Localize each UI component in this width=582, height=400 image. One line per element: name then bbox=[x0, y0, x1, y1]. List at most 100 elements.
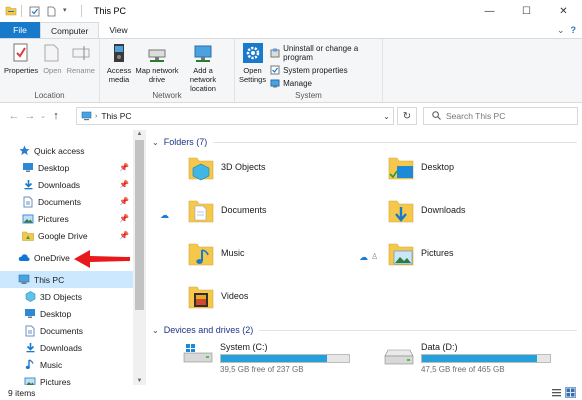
close-button[interactable]: ✕ bbox=[545, 0, 582, 22]
nav-item-this-pc[interactable]: This PC bbox=[0, 271, 133, 288]
new-folder-quick-icon[interactable] bbox=[46, 6, 57, 17]
nav-label: Music bbox=[40, 359, 63, 370]
properties-label: Properties bbox=[4, 66, 39, 75]
documents-folder-icon bbox=[187, 195, 215, 225]
folder-downloads[interactable]: Downloads bbox=[387, 195, 466, 225]
rename-label: Rename bbox=[66, 66, 95, 75]
documents-icon bbox=[22, 196, 34, 208]
red-pointer-arrow-icon bbox=[74, 250, 130, 268]
forward-arrow-icon[interactable]: → bbox=[22, 110, 38, 122]
system-properties-button[interactable]: System properties bbox=[270, 65, 378, 75]
folder-pictures[interactable]: Pictures bbox=[387, 238, 454, 268]
nav-label: 3D Objects bbox=[40, 291, 83, 302]
drive-info: Data (D:) 47,5 GB free of 465 GB bbox=[421, 342, 551, 374]
downloads-folder-icon bbox=[387, 195, 415, 225]
drives-header-label: Devices and drives (2) bbox=[163, 325, 254, 335]
nav-item-quick-access[interactable]: Quick access bbox=[0, 142, 133, 159]
help-icon[interactable]: ? bbox=[571, 25, 577, 35]
nav-label: Documents bbox=[40, 325, 83, 336]
search-icon bbox=[432, 110, 441, 122]
hard-drive-icon bbox=[383, 342, 415, 368]
tab-computer[interactable]: Computer bbox=[40, 22, 100, 38]
section-collapse-chevron-icon[interactable]: ⌄ bbox=[152, 138, 159, 147]
this-pc-icon bbox=[18, 274, 30, 286]
desktop-icon bbox=[22, 162, 34, 174]
cloud-sync-status-icon: ☁ bbox=[359, 252, 368, 262]
nav-label: Documents bbox=[38, 196, 81, 207]
nav-item-google-drive[interactable]: Google Drive 📌 bbox=[0, 227, 133, 244]
tab-file[interactable]: File bbox=[0, 22, 40, 38]
breadcrumb-separator-icon[interactable]: › bbox=[95, 113, 97, 120]
desktop-folder-icon bbox=[387, 152, 415, 182]
folder-label: Music bbox=[221, 248, 245, 258]
address-history-chevron-icon[interactable]: ⌄ bbox=[379, 111, 393, 121]
drive-system-c[interactable]: System (C:) 39,5 GB free of 237 GB bbox=[182, 342, 350, 374]
access-media-label: Access media bbox=[106, 66, 132, 84]
scrollbar-thumb[interactable] bbox=[135, 140, 144, 310]
section-collapse-chevron-icon[interactable]: ⌄ bbox=[152, 326, 159, 335]
window-controls: — ☐ ✕ bbox=[471, 0, 582, 22]
uninstall-program-button[interactable]: Uninstall or change a program bbox=[270, 44, 378, 62]
nav-item-pictures-pinned[interactable]: Pictures 📌 bbox=[0, 210, 133, 227]
star-icon bbox=[18, 145, 30, 157]
folders-section-header[interactable]: ⌄ Folders (7) bbox=[152, 137, 577, 147]
properties-quick-icon[interactable] bbox=[29, 6, 40, 17]
drive-data-d[interactable]: Data (D:) 47,5 GB free of 465 GB bbox=[383, 342, 551, 374]
nav-scrollbar[interactable]: ▲ ▼ bbox=[133, 130, 146, 385]
folder-documents[interactable]: Documents bbox=[187, 195, 267, 225]
nav-item-documents[interactable]: Documents bbox=[0, 322, 133, 339]
folder-label: Downloads bbox=[421, 205, 466, 215]
manage-button[interactable]: Manage bbox=[270, 78, 378, 88]
nav-item-3d-objects[interactable]: 3D Objects bbox=[0, 288, 133, 305]
drives-section-header[interactable]: ⌄ Devices and drives (2) bbox=[152, 325, 577, 335]
scroll-up-icon[interactable]: ▲ bbox=[133, 131, 146, 137]
map-network-drive-label: Map network drive bbox=[135, 66, 179, 84]
nav-item-desktop-pinned[interactable]: Desktop 📌 bbox=[0, 159, 133, 176]
folder-music[interactable]: Music bbox=[187, 238, 245, 268]
folder-videos[interactable]: Videos bbox=[187, 281, 248, 311]
nav-item-downloads-pinned[interactable]: Downloads 📌 bbox=[0, 176, 133, 193]
music-note-icon bbox=[24, 359, 36, 371]
customize-quick-access-icon[interactable]: ▾ bbox=[63, 6, 74, 17]
manage-label: Manage bbox=[283, 78, 313, 88]
title-bar: ▾ This PC — ☐ ✕ bbox=[0, 0, 582, 22]
nav-item-pictures[interactable]: Pictures bbox=[0, 373, 133, 385]
folder-3d-objects[interactable]: 3D Objects bbox=[187, 152, 266, 182]
search-box[interactable]: Search This PC bbox=[423, 107, 578, 125]
properties-icon bbox=[10, 41, 32, 65]
drive-free-space: 47,5 GB free of 465 GB bbox=[421, 365, 505, 374]
drive-info: System (C:) 39,5 GB free of 237 GB bbox=[220, 342, 350, 374]
drive-name: Data (D:) bbox=[421, 342, 458, 352]
nav-item-documents-pinned[interactable]: Documents 📌 bbox=[0, 193, 133, 210]
location-group: Properties Open Rename Location bbox=[0, 39, 100, 102]
quick-access-label: Quick access bbox=[34, 145, 85, 156]
onedrive-label: OneDrive bbox=[34, 252, 70, 263]
drive-usage-bar bbox=[220, 354, 350, 363]
pin-icon: 📌 bbox=[119, 214, 129, 223]
address-bar[interactable]: › This PC ⌄ bbox=[76, 107, 394, 125]
tiles-view-icon[interactable] bbox=[565, 387, 576, 398]
pin-icon: 📌 bbox=[119, 163, 129, 172]
drive-usage-fill bbox=[422, 355, 538, 362]
nav-label: Desktop bbox=[40, 308, 72, 319]
details-view-icon[interactable] bbox=[551, 387, 562, 398]
minimize-button[interactable]: — bbox=[471, 0, 508, 22]
file-explorer-icon[interactable] bbox=[5, 5, 17, 17]
recent-locations-chevron-icon[interactable]: ⌄ bbox=[38, 112, 48, 120]
nav-item-desktop[interactable]: Desktop bbox=[0, 305, 133, 322]
address-path[interactable]: This PC bbox=[101, 111, 131, 121]
refresh-icon[interactable]: ↻ bbox=[397, 107, 417, 125]
scroll-down-icon[interactable]: ▼ bbox=[133, 378, 146, 384]
uninstall-label: Uninstall or change a program bbox=[283, 44, 359, 62]
item-count: 9 items bbox=[8, 387, 36, 398]
maximize-button[interactable]: ☐ bbox=[508, 0, 545, 22]
tab-view[interactable]: View bbox=[99, 22, 137, 38]
back-arrow-icon[interactable]: ← bbox=[6, 110, 22, 122]
up-arrow-icon[interactable]: ↑ bbox=[48, 110, 64, 122]
network-group-label: Network bbox=[152, 91, 182, 100]
nav-item-music[interactable]: Music bbox=[0, 356, 133, 373]
collapse-ribbon-icon[interactable]: ⌄ bbox=[557, 25, 565, 36]
folder-desktop[interactable]: Desktop bbox=[387, 152, 454, 182]
nav-item-downloads[interactable]: Downloads bbox=[0, 339, 133, 356]
divider bbox=[21, 5, 22, 17]
